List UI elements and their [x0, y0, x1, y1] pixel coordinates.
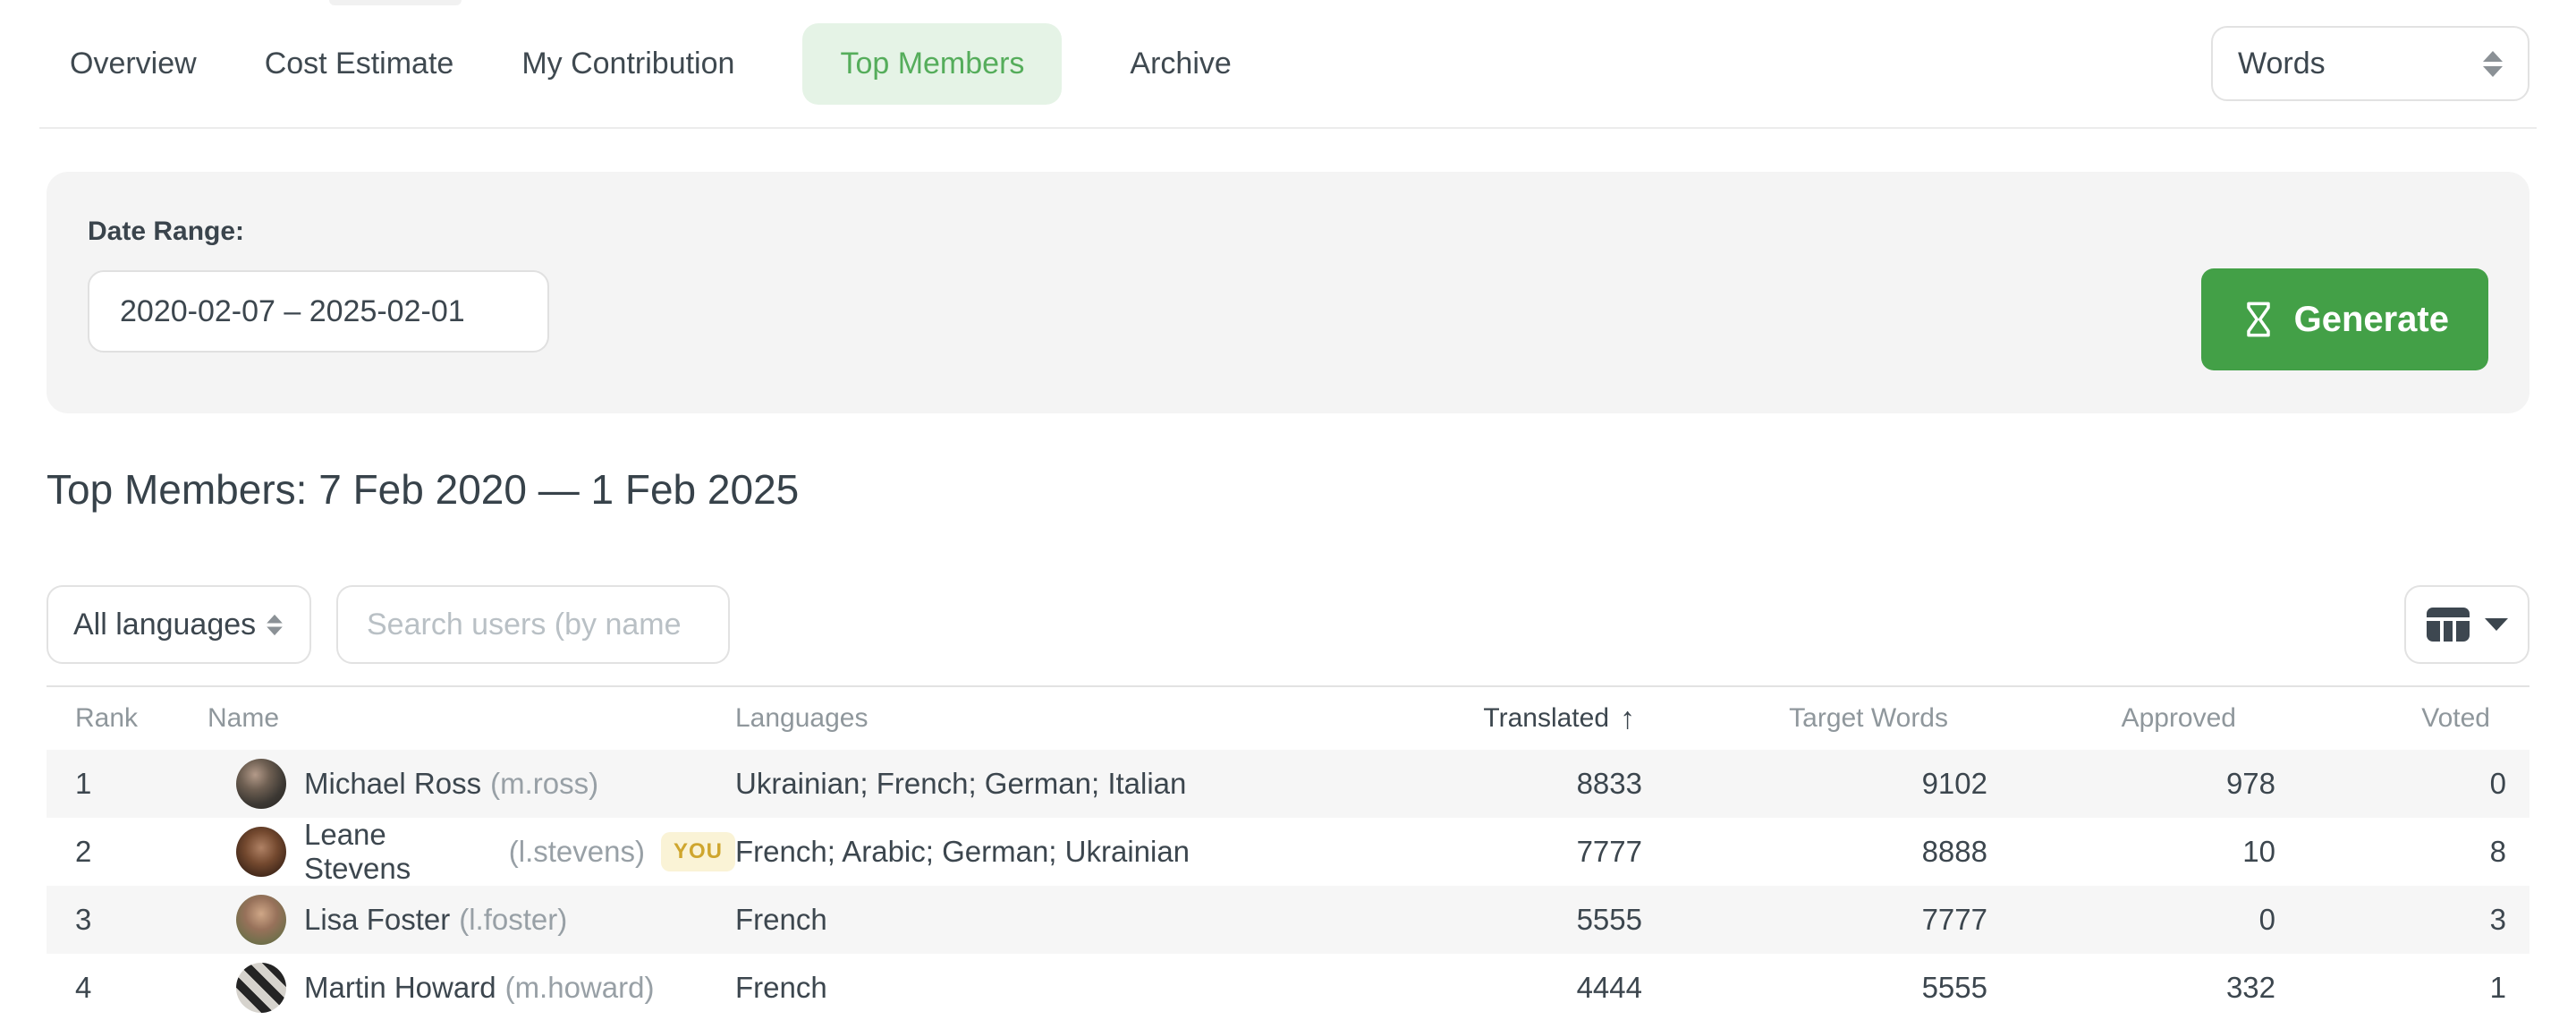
table-columns-icon [2426, 607, 2470, 642]
column-header-rank: Rank [47, 703, 208, 734]
avatar [236, 895, 286, 945]
table-row[interactable]: 2 Leane Stevens (l.stevens) YOU French; … [47, 818, 2529, 886]
language-filter-value: All languages [73, 608, 256, 642]
avatar [236, 759, 286, 809]
member-languages: Ukrainian; French; German; Italian [735, 767, 1352, 801]
report-tab-bar: Overview Cost Estimate My Contribution T… [0, 0, 2576, 127]
member-target-words: 9102 [1642, 767, 1987, 801]
member-target-words: 5555 [1642, 971, 1987, 1005]
select-updown-icon [2483, 51, 2503, 77]
you-badge: YOU [661, 832, 735, 871]
table-row[interactable]: 4 Martin Howard (m.howard) YOU French 44… [47, 954, 2529, 1020]
member-target-words: 7777 [1642, 903, 1987, 937]
column-header-translated-label: Translated [1483, 703, 1609, 734]
columns-settings-button[interactable] [2404, 585, 2529, 664]
table-header-row: Rank Name Languages Translated ↑ Target … [47, 685, 2529, 750]
member-username: (l.stevens) [509, 835, 645, 869]
top-members-report-page: Overview Cost Estimate My Contribution T… [0, 0, 2576, 1020]
sort-ascending-icon: ↑ [1620, 701, 1635, 736]
column-header-languages: Languages [735, 703, 1352, 734]
member-approved: 10 [1987, 835, 2275, 869]
table-filters: All languages [47, 585, 2529, 664]
member-username: (m.howard) [505, 971, 655, 1005]
member-username: (m.ross) [490, 767, 598, 801]
member-rank: 3 [47, 903, 208, 937]
member-name[interactable]: Martin Howard [304, 971, 496, 1005]
tab-my-contribution[interactable]: My Contribution [521, 47, 734, 81]
member-languages: French; Arabic; German; Ukrainian [735, 835, 1352, 869]
caret-down-icon [2485, 618, 2508, 631]
member-voted: 1 [2275, 971, 2529, 1005]
member-approved: 978 [1987, 767, 2275, 801]
member-translated: 4444 [1352, 971, 1642, 1005]
tab-overview[interactable]: Overview [70, 47, 197, 81]
column-header-target-words[interactable]: Target Words [1642, 703, 1987, 734]
member-translated: 8833 [1352, 767, 1642, 801]
table-row[interactable]: 1 Michael Ross (m.ross) YOU Ukrainian; F… [47, 750, 2529, 818]
member-translated: 7777 [1352, 835, 1642, 869]
member-voted: 8 [2275, 835, 2529, 869]
member-languages: French [735, 971, 1352, 1005]
table-body: 1 Michael Ross (m.ross) YOU Ukrainian; F… [47, 750, 2529, 1020]
table-row[interactable]: 3 Lisa Foster (l.foster) YOU French 5555… [47, 886, 2529, 954]
hourglass-icon [2241, 300, 2276, 339]
tab-cost-estimate[interactable]: Cost Estimate [265, 47, 454, 81]
date-range-label: Date Range: [88, 217, 2488, 247]
top-members-table: Rank Name Languages Translated ↑ Target … [47, 685, 2529, 1020]
member-name[interactable]: Lisa Foster [304, 903, 450, 937]
member-languages: French [735, 903, 1352, 937]
search-users-input[interactable] [336, 585, 730, 664]
tabbar-divider [39, 127, 2537, 129]
column-header-approved[interactable]: Approved [1987, 703, 2275, 734]
member-voted: 3 [2275, 903, 2529, 937]
column-header-name: Name [208, 703, 735, 734]
unit-select[interactable]: Words [2211, 26, 2529, 101]
tab-top-members[interactable]: Top Members [802, 23, 1062, 105]
member-target-words: 8888 [1642, 835, 1987, 869]
unit-select-value: Words [2238, 47, 2326, 81]
report-tabs: Overview Cost Estimate My Contribution T… [70, 23, 1232, 105]
generate-button-label: Generate [2294, 300, 2449, 340]
column-header-translated[interactable]: Translated ↑ [1352, 701, 1642, 736]
member-name[interactable]: Leane Stevens [304, 818, 500, 886]
member-translated: 5555 [1352, 903, 1642, 937]
member-username: (l.foster) [459, 903, 567, 937]
avatar [236, 963, 286, 1013]
member-voted: 0 [2275, 767, 2529, 801]
member-approved: 332 [1987, 971, 2275, 1005]
date-range-input[interactable] [88, 270, 549, 353]
member-rank: 2 [47, 835, 208, 869]
avatar [236, 827, 286, 877]
language-filter-select[interactable]: All languages [47, 585, 311, 664]
tab-archive[interactable]: Archive [1130, 47, 1231, 81]
member-approved: 0 [1987, 903, 2275, 937]
member-rank: 1 [47, 767, 208, 801]
member-name[interactable]: Michael Ross [304, 767, 481, 801]
scrolled-element-remnant [329, 0, 462, 5]
page-title: Top Members: 7 Feb 2020 — 1 Feb 2025 [47, 463, 2529, 515]
member-rank: 4 [47, 971, 208, 1005]
column-header-voted[interactable]: Voted [2275, 703, 2529, 734]
select-updown-icon [267, 614, 283, 634]
generate-button[interactable]: Generate [2201, 268, 2488, 370]
date-range-panel: Date Range: Generate [47, 172, 2529, 413]
